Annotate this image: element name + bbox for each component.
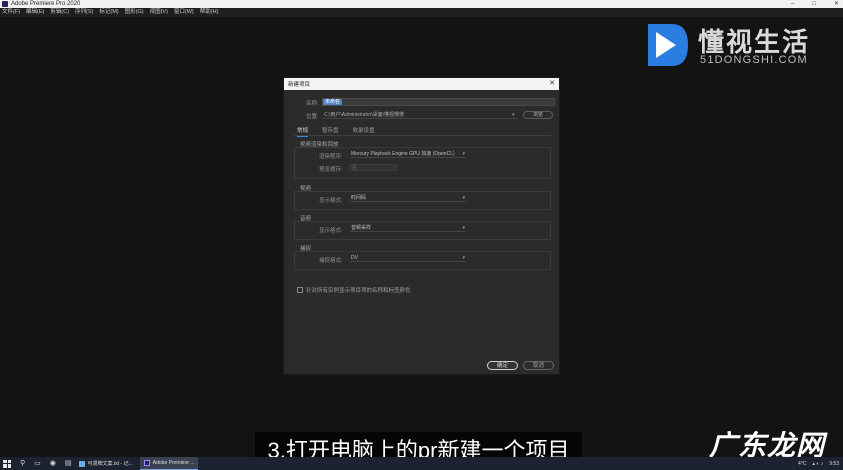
weather-temp[interactable]: 4°C bbox=[798, 461, 806, 467]
dongshi-logo-icon bbox=[648, 24, 688, 66]
menu-help[interactable]: 帮助(H) bbox=[200, 8, 219, 17]
system-tray: 4°C ▴ ◐ ♪ 9:53 bbox=[798, 457, 839, 470]
menu-markers[interactable]: 标记(M) bbox=[99, 8, 118, 17]
name-label: 名称: bbox=[306, 101, 319, 107]
project-name-input[interactable]: 未命名 bbox=[322, 98, 555, 106]
window-title: Adobe Premiere Pro 2020 bbox=[11, 1, 81, 7]
preview-cache-label: 预览缓存: bbox=[319, 167, 343, 173]
menu-bar: 文件(F) 编辑(E) 剪辑(C) 序列(S) 标记(M) 图形(G) 视图(V… bbox=[0, 8, 843, 17]
menu-file[interactable]: 文件(F) bbox=[2, 8, 20, 17]
audio-format-select[interactable]: 音频采样 ▾ bbox=[350, 224, 466, 232]
close-window-button[interactable]: ✕ bbox=[834, 0, 839, 8]
windows-taskbar: ⚲ ▭ ◉ ▤ 可漫牌文案.txt - 记... Adobe Premiere … bbox=[0, 457, 843, 470]
renderer-label: 渲染程序: bbox=[319, 154, 343, 160]
audio-format-label: 显示格式: bbox=[319, 228, 343, 234]
capture-format-label: 捕捉格式: bbox=[319, 258, 343, 264]
menu-edit[interactable]: 编辑(E) bbox=[26, 8, 44, 17]
project-name-value: 未命名 bbox=[323, 99, 343, 105]
preview-cache-field: 否 bbox=[349, 164, 397, 171]
video-format-select[interactable]: 时间码 ▾ bbox=[350, 194, 466, 202]
chevron-down-icon[interactable]: ▾ bbox=[512, 111, 515, 119]
dongshi-watermark: 懂视生活 51DONGSHI.COM bbox=[642, 20, 817, 70]
tab-divider bbox=[294, 135, 551, 136]
cancel-button[interactable]: 取消 bbox=[523, 361, 554, 370]
dialog-titlebar: 新建项目 ✕ bbox=[284, 78, 559, 90]
chevron-down-icon: ▾ bbox=[462, 225, 465, 231]
chevron-down-icon: ▾ bbox=[462, 195, 465, 201]
watermark-en-text: 51DONGSHI.COM bbox=[700, 54, 808, 66]
tray-icons[interactable]: ▴ ◐ ♪ bbox=[812, 461, 823, 467]
audio-format-value: 音频采样 bbox=[351, 225, 372, 231]
taskbar-notepad[interactable]: 可漫牌文案.txt - 记... bbox=[75, 457, 137, 470]
taskbar-notepad-label: 可漫牌文案.txt - 记... bbox=[87, 461, 133, 467]
search-icon[interactable]: ⚲ bbox=[20, 457, 25, 470]
show-labels-option: 针对所有实例显示项目项的名称和标签颜色 bbox=[297, 286, 411, 294]
menu-clip[interactable]: 剪辑(C) bbox=[50, 8, 69, 17]
renderer-select[interactable]: Mercury Playback Engine GPU 加速 (OpenCL) … bbox=[350, 150, 466, 158]
browser-icon[interactable]: ◉ bbox=[50, 457, 56, 470]
renderer-value: Mercury Playback Engine GPU 加速 (OpenCL) bbox=[351, 151, 455, 157]
taskbar-premiere[interactable]: Adobe Premiere ... bbox=[139, 457, 199, 470]
video-format-value: 时间码 bbox=[351, 195, 367, 201]
capture-format-value: DV bbox=[351, 255, 358, 261]
chevron-down-icon: ▾ bbox=[462, 255, 465, 261]
video-format-label: 显示格式: bbox=[319, 198, 343, 204]
notepad-icon bbox=[78, 460, 85, 467]
premiere-app-icon bbox=[2, 1, 8, 7]
dialog-close-icon[interactable]: ✕ bbox=[549, 78, 555, 90]
window-controls: – □ ✕ bbox=[791, 0, 839, 8]
chevron-down-icon: ▾ bbox=[462, 151, 465, 157]
show-labels-checkbox[interactable] bbox=[297, 287, 303, 293]
location-label: 位置: bbox=[306, 114, 319, 120]
premiere-icon bbox=[143, 460, 150, 466]
ok-button[interactable]: 确定 bbox=[487, 361, 518, 370]
window-titlebar: Adobe Premiere Pro 2020 – □ ✕ bbox=[0, 0, 843, 8]
capture-format-select[interactable]: DV ▾ bbox=[350, 254, 466, 262]
menu-view[interactable]: 视图(V) bbox=[150, 8, 168, 17]
location-select[interactable]: C:\用户\Administrator\桌面\懂视慢慢 bbox=[322, 111, 518, 119]
explorer-icon[interactable]: ▤ bbox=[65, 457, 72, 470]
menu-graphics[interactable]: 图形(G) bbox=[125, 8, 144, 17]
maximize-button[interactable]: □ bbox=[812, 0, 816, 8]
windows-start-icon[interactable] bbox=[3, 459, 11, 468]
menu-sequence[interactable]: 序列(S) bbox=[75, 8, 93, 17]
menu-window[interactable]: 窗口(W) bbox=[174, 8, 194, 17]
browse-button[interactable]: 浏览 bbox=[523, 111, 553, 119]
show-labels-label: 针对所有实例显示项目项的名称和标签颜色 bbox=[306, 288, 411, 294]
dialog-title: 新建项目 bbox=[288, 82, 311, 88]
taskbar-premiere-label: Adobe Premiere ... bbox=[152, 460, 195, 466]
clock[interactable]: 9:53 bbox=[829, 461, 839, 467]
minimize-button[interactable]: – bbox=[791, 0, 794, 8]
task-view-icon[interactable]: ▭ bbox=[34, 457, 41, 470]
new-project-dialog: 新建项目 ✕ 名称: 未命名 位置: C:\用户\Administrator\桌… bbox=[283, 77, 560, 375]
